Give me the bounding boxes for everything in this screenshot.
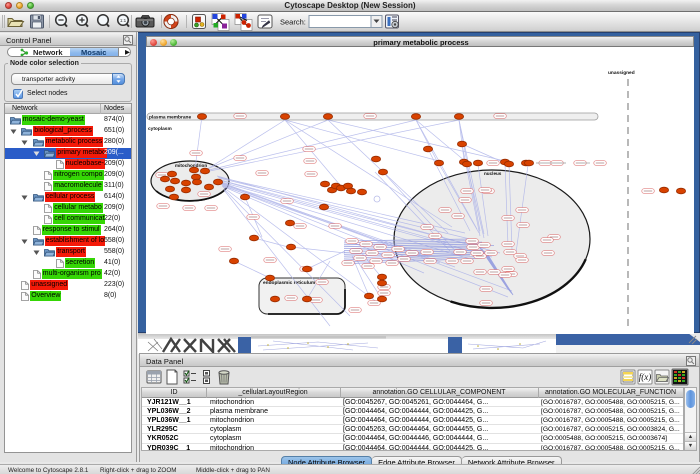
svg-text:unassigned: unassigned	[608, 70, 635, 76]
svg-text:1:1: 1:1	[120, 18, 127, 23]
svg-text:nucleus: nucleus	[484, 171, 502, 176]
svg-text:cytoplasm: cytoplasm	[148, 126, 172, 132]
svg-text:plasma membrane: plasma membrane	[149, 115, 191, 121]
svg-text:f(x): f(x)	[639, 372, 652, 382]
svg-text:Search:: Search:	[280, 18, 306, 27]
